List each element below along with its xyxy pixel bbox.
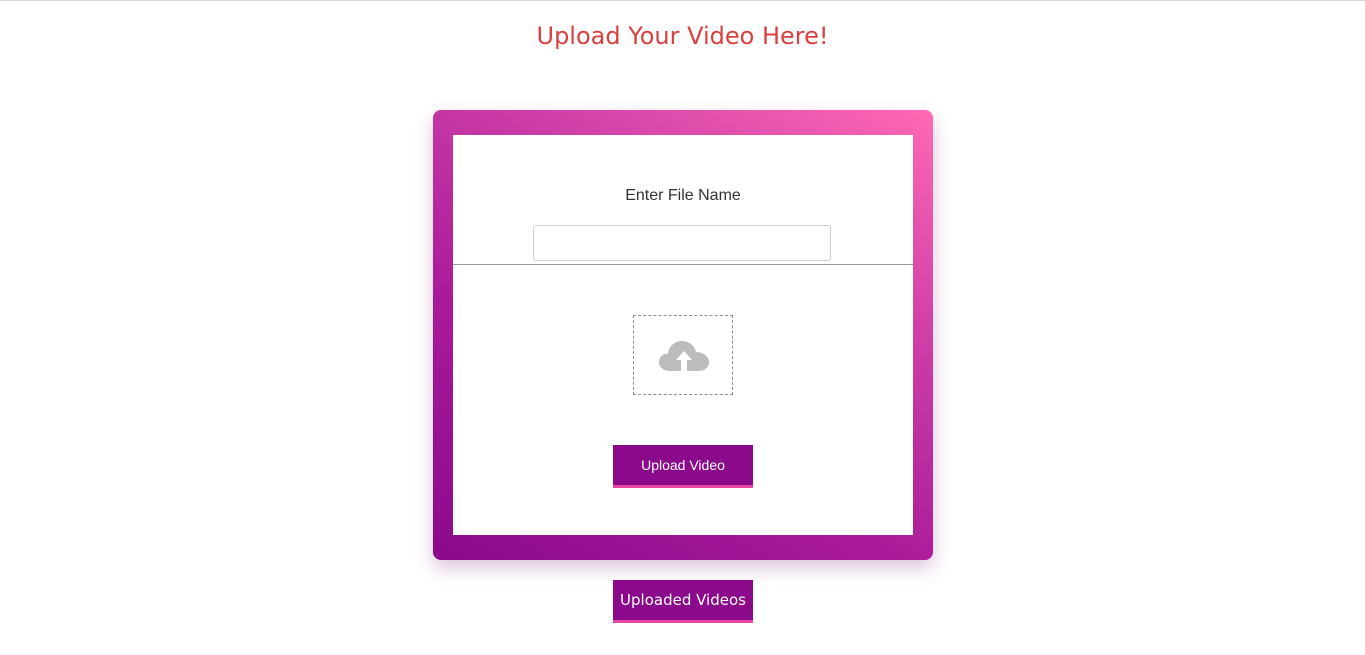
page-title: Upload Your Video Here! xyxy=(536,22,829,50)
file-name-label: Enter File Name xyxy=(625,187,741,204)
upload-video-button[interactable]: Upload Video xyxy=(613,445,753,488)
uploaded-videos-button[interactable]: Uploaded Videos xyxy=(613,580,753,623)
file-name-input[interactable] xyxy=(533,225,831,261)
upload-frame: Enter File Name Upload Video xyxy=(433,110,933,560)
cloud-upload-icon xyxy=(659,341,709,371)
top-divider xyxy=(0,0,1365,1)
card-divider xyxy=(453,264,913,265)
video-drop-zone[interactable] xyxy=(633,315,733,395)
upload-card: Enter File Name Upload Video xyxy=(453,135,913,535)
